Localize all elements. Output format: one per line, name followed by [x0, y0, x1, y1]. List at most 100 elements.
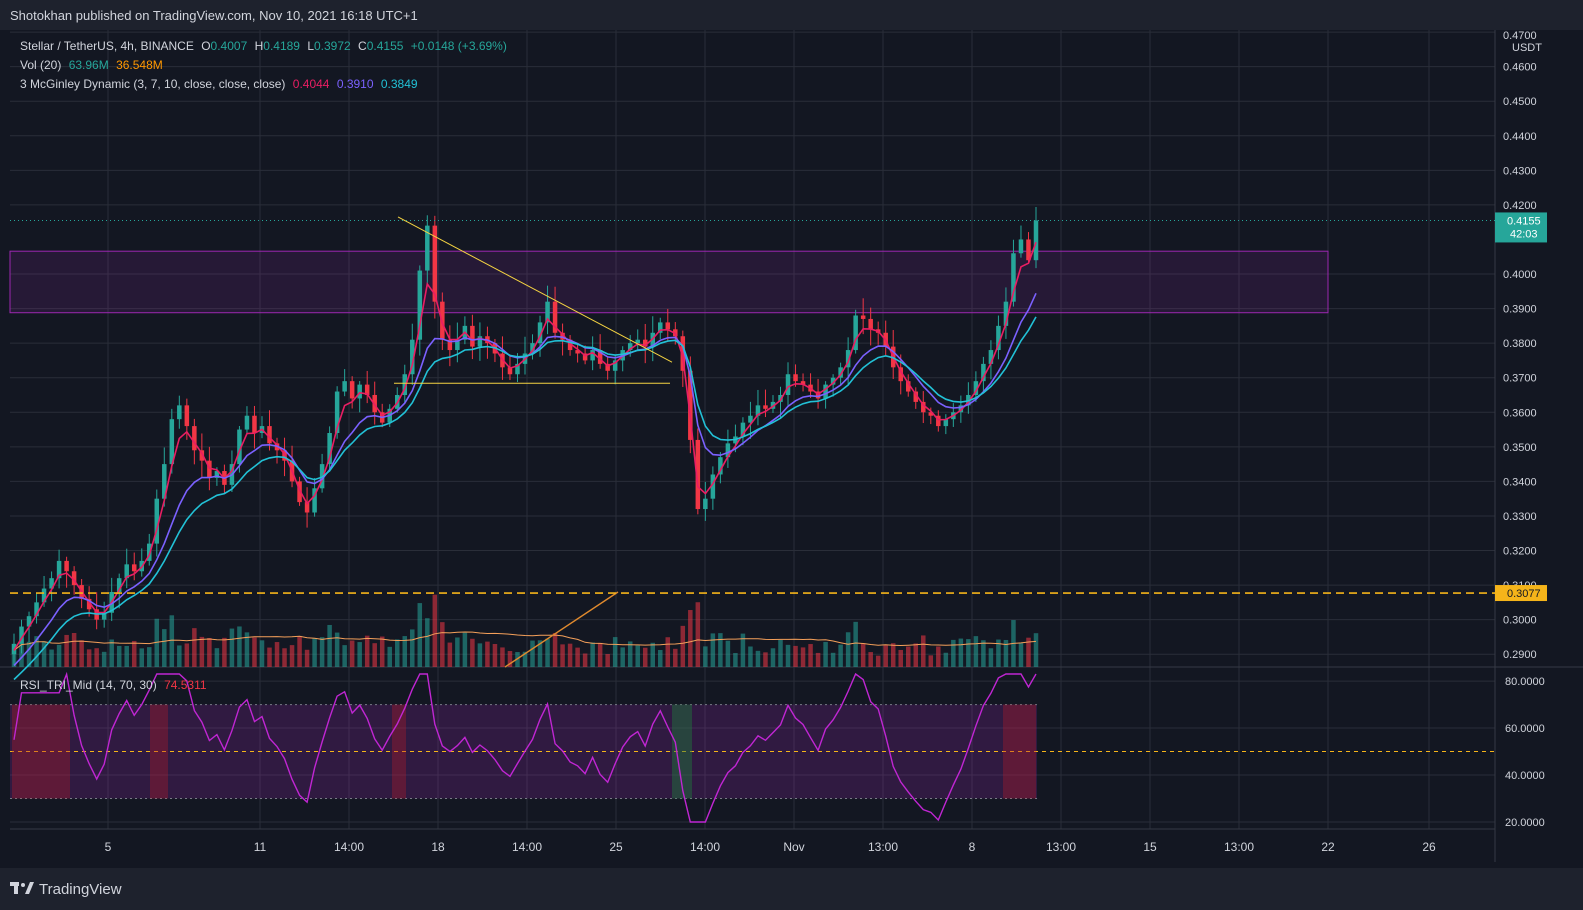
price-chart[interactable]: 0.4700USDT 0.4600 0.4500 0.4400 0.4300 0.4200… [0, 30, 1583, 868]
volume-bar-100 [763, 652, 768, 667]
volume-bar-40 [312, 638, 317, 667]
volume-bar-9 [79, 640, 84, 667]
volume-bar-56 [432, 594, 438, 667]
volume-bar-134 [1018, 643, 1024, 667]
candle-104 [793, 374, 798, 382]
candle-108 [823, 384, 828, 399]
change-value: +0.0148 (+3.69%) [410, 39, 507, 53]
volume-bar-11 [94, 648, 99, 667]
currency-label: USDT [1512, 42, 1542, 54]
volume-bar-88 [673, 648, 678, 667]
time-tick-5: 25 [609, 840, 623, 854]
volume-bar-55 [425, 618, 430, 667]
volume-bar-123 [936, 646, 941, 667]
time-tick-14: 26 [1422, 840, 1436, 854]
time-tick-11: 15 [1143, 840, 1157, 854]
volume-bar-42 [327, 624, 332, 667]
volume-bar-115 [875, 655, 881, 667]
low-label: L [307, 39, 314, 53]
price-tick-4: 0.4300 [1503, 165, 1537, 177]
time-tick-10: 13:00 [1046, 840, 1076, 854]
volume-bar-60 [462, 632, 468, 667]
close-label: C [358, 39, 367, 53]
price-tick-16: 0.3000 [1503, 615, 1537, 627]
volume-bar-27 [214, 648, 220, 667]
volume-bars [11, 594, 1039, 667]
volume-bar-18 [147, 647, 152, 667]
volume-bar-108 [823, 641, 828, 667]
volume-bar-74 [567, 643, 573, 667]
volume-bar-117 [890, 643, 896, 667]
volume-bar-124 [943, 652, 949, 667]
high-label: H [254, 39, 264, 53]
volume-bar-111 [845, 632, 851, 667]
mcginley-value-3: 0.3849 [380, 77, 418, 91]
volume-bar-78 [597, 642, 603, 667]
candle-22 [177, 405, 182, 420]
volume-bar-76 [582, 653, 588, 667]
published-text: Shotokhan published on TradingView.com, … [10, 7, 418, 23]
volume-bar-119 [905, 646, 911, 667]
volume-bar-121 [921, 635, 926, 667]
time-tick-8: 13:00 [868, 840, 898, 854]
volume-bar-128 [973, 636, 979, 667]
volume-bar-112 [853, 621, 858, 667]
volume-bar-114 [868, 652, 873, 667]
volume-bar-130 [988, 648, 994, 667]
volume-bar-22 [177, 645, 182, 667]
volume-bar-20 [162, 629, 167, 667]
volume-bar-89 [680, 625, 686, 667]
volume-bar-36 [282, 648, 287, 667]
volume-bar-41 [319, 637, 325, 667]
volume-bar-14 [116, 645, 122, 667]
volume-bar-77 [590, 642, 595, 667]
volume-bar-127 [966, 639, 971, 667]
open-label: O [201, 39, 211, 53]
volume-bar-5 [49, 649, 54, 667]
volume-bar-33 [259, 640, 265, 667]
volume-bar-95 [725, 640, 731, 667]
time-tick-0: 5 [105, 840, 112, 854]
volume-bar-103 [785, 644, 791, 667]
volume-bar-83 [635, 645, 640, 667]
tradingview-brand: TradingView [39, 880, 122, 898]
volume-bar-15 [124, 645, 129, 667]
volume-bar-82 [627, 641, 633, 667]
candle-87 [665, 322, 671, 330]
price-tick-5: 0.4200 [1503, 200, 1537, 212]
volume-bar-99 [755, 650, 761, 667]
volume-bar-35 [274, 642, 280, 667]
price-tick-12: 0.3400 [1503, 476, 1537, 488]
symbol-title: Stellar / TetherUS, 4h, BINANCE [20, 39, 194, 53]
volume-bar-32 [252, 637, 257, 667]
volume-bar-93 [710, 633, 716, 667]
volume-bar-39 [304, 649, 310, 667]
high-value: 0.4189 [263, 39, 300, 53]
volume-bar-65 [500, 647, 505, 667]
volume-bar-17 [139, 648, 145, 667]
volume-bar-129 [981, 640, 986, 667]
volume-bar-10 [86, 649, 92, 667]
volume-ma-value: 36.548M [116, 58, 163, 72]
volume-bar-118 [898, 649, 903, 667]
last-price-text: 0.4155 [1507, 215, 1541, 227]
volume-value: 63.96M [68, 58, 109, 72]
time-tick-9: 8 [969, 840, 976, 854]
candle-92 [703, 498, 708, 510]
candle-16 [131, 564, 137, 572]
price-tick-10: 0.3600 [1503, 407, 1537, 419]
tradingview-logo[interactable]: TradingView [10, 881, 122, 898]
volume-bar-8 [71, 632, 77, 667]
volume-bar-64 [492, 643, 498, 667]
mcginley-legend: 3 McGinley Dynamic (3, 7, 10, close, clo… [20, 77, 422, 91]
volume-bar-61 [470, 638, 475, 667]
price-tick-11: 0.3500 [1503, 442, 1537, 454]
open-value: 0.4007 [210, 39, 248, 53]
volume-bar-57 [440, 622, 445, 667]
volume-label: Vol (20) [20, 58, 62, 72]
rsi-tick-3: 20.0000 [1505, 817, 1545, 829]
volume-bar-102 [778, 639, 783, 667]
volume-bar-71 [545, 638, 550, 667]
volume-bar-13 [109, 639, 114, 667]
volume-bar-90 [688, 610, 693, 667]
